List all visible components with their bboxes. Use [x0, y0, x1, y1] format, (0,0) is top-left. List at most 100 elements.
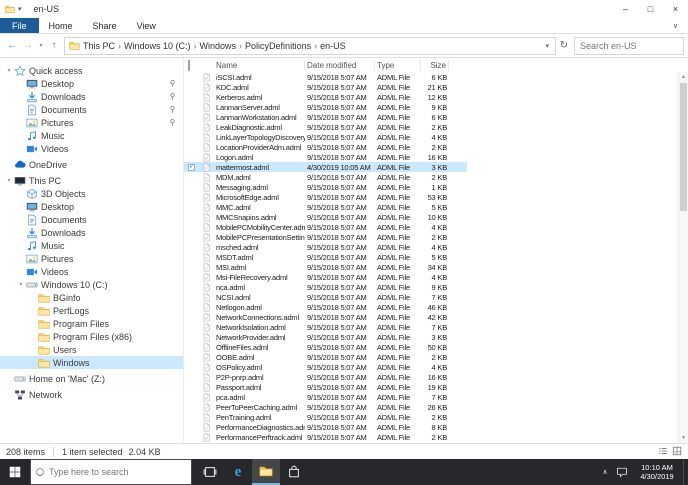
sidebar-item-3d-objects[interactable]: 3D Objects — [0, 187, 183, 200]
breadcrumb-item-windows-10-c[interactable]: Windows 10 (C:) — [121, 41, 194, 51]
file-row-passport-adml[interactable]: Passport.adml 9/15/2018 5:07 AM ADML File 1… — [184, 382, 467, 392]
file-row-netlogon-adml[interactable]: Netlogon.adml 9/15/2018 5:07 AM ADML File 4… — [184, 302, 467, 312]
refresh-button[interactable]: ↻ — [556, 40, 572, 51]
file-row-peertopeercaching-adml[interactable]: PeerToPeerCaching.adml 9/15/2018 5:07 AM A… — [184, 403, 467, 413]
tray-notification-button[interactable] — [613, 466, 631, 478]
breadcrumb-item-en-us[interactable]: en-US — [317, 41, 349, 51]
maximize-button[interactable]: □ — [638, 0, 663, 18]
file-row-msdt-adml[interactable]: MSDT.adml 9/15/2018 5:07 AM ADML File 5 KB — [184, 252, 467, 262]
breadcrumb-item-policydefinitions[interactable]: PolicyDefinitions — [242, 41, 314, 51]
file-row-msi-filerecovery-adml[interactable]: Msi-FileRecovery.adml 9/15/2018 5:07 AM AD… — [184, 272, 467, 282]
address-bar[interactable]: This PC › Windows 10 (C:) › Windows › PolicyDe… — [64, 36, 556, 55]
file-row-mmcsnapins-adml[interactable]: MMCSnapins.adml 9/15/2018 5:07 AM ADML Fil… — [184, 212, 467, 222]
sidebar-item-desktop[interactable]: Desktop — [0, 200, 183, 213]
breadcrumb-item-windows[interactable]: Windows — [197, 41, 240, 51]
sidebar-item-documents[interactable]: Documents — [0, 103, 183, 116]
qat-customize-dropdown-icon[interactable]: ▾ — [18, 5, 22, 13]
select-all-checkbox[interactable] — [188, 59, 202, 71]
menu-tab-share[interactable]: Share — [83, 18, 127, 33]
column-header-date-modified[interactable]: Date modified — [305, 59, 375, 71]
file-row-pca-adml[interactable]: pca.adml 9/15/2018 5:07 AM ADML File 7 KB — [184, 393, 467, 403]
file-row-linklayertopologydiscovery-adml[interactable]: LinkLayerTopologyDiscovery.adml9/15/2018… — [184, 132, 467, 142]
close-button[interactable]: × — [663, 0, 688, 18]
item-checkbox-checked[interactable]: ✓ — [188, 163, 202, 171]
sidebar-item-home-on-mac-z[interactable]: Home on 'Mac' (Z:) — [0, 372, 183, 385]
file-row-ncsi-adml[interactable]: NCSI.adml 9/15/2018 5:07 AM ADML File 7 KB — [184, 292, 467, 302]
taskbar-file-explorer-button[interactable] — [252, 459, 280, 485]
sidebar-item-program-files[interactable]: Program Files — [0, 317, 183, 330]
sidebar-item-users[interactable]: Users — [0, 343, 183, 356]
sidebar-item-program-files-x86[interactable]: Program Files (x86) — [0, 330, 183, 343]
menu-tab-home[interactable]: Home — [39, 18, 83, 33]
file-row-locationprovideradm-adml[interactable]: LocationProviderAdm.adml 9/15/2018 5:07 A… — [184, 142, 467, 152]
file-row-p2p-pnrp-adml[interactable]: P2P-pnrp.adml 9/15/2018 5:07 AM ADML File 1… — [184, 372, 467, 382]
back-button[interactable]: ← — [4, 40, 20, 51]
column-header-size[interactable]: Size — [421, 59, 449, 71]
expand-ribbon-button[interactable]: ∨ — [673, 18, 688, 33]
forward-button[interactable]: → — [20, 40, 36, 51]
sidebar-item-bginfo[interactable]: BGinfo — [0, 291, 183, 304]
details-view-button[interactable] — [658, 446, 668, 458]
sidebar-item-videos[interactable]: Videos — [0, 142, 183, 155]
file-row-lanmanserver-adml[interactable]: LanmanServer.adml 9/15/2018 5:07 AM ADML F… — [184, 102, 467, 112]
file-row-networkisolation-adml[interactable]: NetworkIsolation.adml 9/15/2018 5:07 AM AD… — [184, 322, 467, 332]
file-row-mattermost-adml[interactable]: ✓ mattermost.adml 4/30/2019 10:05 AM ADML F… — [184, 162, 467, 173]
file-row-networkconnections-adml[interactable]: NetworkConnections.adml 9/15/2018 5:07 AM… — [184, 312, 467, 322]
file-row-logon-adml[interactable]: Logon.adml 9/15/2018 5:07 AM ADML File 16 K… — [184, 152, 467, 162]
breadcrumb-item-this-pc[interactable]: This PC — [80, 41, 118, 51]
file-row-messaging-adml[interactable]: Messaging.adml 9/15/2018 5:07 AM ADML File… — [184, 182, 467, 192]
file-row-networkprovider-adml[interactable]: NetworkProvider.adml 9/15/2018 5:07 AM ADM… — [184, 332, 467, 342]
sidebar-item-windows-10-c[interactable]: ▾ Windows 10 (C:) — [0, 278, 183, 291]
file-row-ospolicy-adml[interactable]: OSPolicy.adml 9/15/2018 5:07 AM ADML File 4… — [184, 362, 467, 372]
menu-tab-view[interactable]: View — [127, 18, 166, 33]
sidebar-item-music[interactable]: Music — [0, 239, 183, 252]
sidebar-item-downloads[interactable]: Downloads — [0, 90, 183, 103]
sidebar-item-pictures[interactable]: Pictures — [0, 252, 183, 265]
search-input[interactable] — [575, 40, 683, 51]
vertical-scrollbar[interactable]: ▲ ▼ — [678, 72, 688, 443]
recent-locations-dropdown-icon[interactable]: ▾ — [36, 42, 46, 49]
sidebar-item-documents[interactable]: Documents — [0, 213, 183, 226]
file-row-msi-adml[interactable]: MSI.adml 9/15/2018 5:07 AM ADML File 34 KB — [184, 262, 467, 272]
chevron-down-icon[interactable]: ▾ — [4, 177, 14, 184]
scrollbar-thumb[interactable] — [680, 83, 687, 211]
file-row-mobilepcmobilitycenter-adml[interactable]: MobilePCMobilityCenter.adml 9/15/2018 5:0… — [184, 222, 467, 232]
sidebar-item-windows[interactable]: Windows — [0, 356, 183, 369]
address-dropdown-icon[interactable]: ▾ — [543, 42, 551, 50]
file-row-microsoftedge-adml[interactable]: MicrosoftEdge.adml 9/15/2018 5:07 AM ADML … — [184, 192, 467, 202]
sidebar-item-quick-access[interactable]: ▾ Quick access — [0, 64, 183, 77]
sidebar-item-downloads[interactable]: Downloads — [0, 226, 183, 239]
sidebar-item-desktop[interactable]: Desktop — [0, 77, 183, 90]
file-row-mobilepcpresentationsettings-adml[interactable]: MobilePCPresentationSettings.adml9/15/20… — [184, 232, 467, 242]
chevron-down-icon[interactable]: ▾ — [4, 67, 14, 74]
start-button[interactable] — [0, 459, 30, 485]
file-row-leakdiagnostic-adml[interactable]: LeakDiagnostic.adml 9/15/2018 5:07 AM ADML… — [184, 122, 467, 132]
file-row-nca-adml[interactable]: nca.adml 9/15/2018 5:07 AM ADML File 9 KB — [184, 282, 467, 292]
sidebar-item-pictures[interactable]: Pictures — [0, 116, 183, 129]
file-row-mmc-adml[interactable]: MMC.adml 9/15/2018 5:07 AM ADML File 5 KB — [184, 202, 467, 212]
chevron-down-icon[interactable]: ▾ — [16, 281, 26, 288]
sidebar-item-onedrive[interactable]: OneDrive — [0, 158, 183, 171]
file-row-msched-adml[interactable]: msched.adml 9/15/2018 5:07 AM ADML File 4 K… — [184, 242, 467, 252]
column-header-type[interactable]: Type — [375, 59, 421, 71]
file-row-mdm-adml[interactable]: MDM.adml 9/15/2018 5:07 AM ADML File 2 KB — [184, 172, 467, 182]
file-row-performanceperftrack-adml[interactable]: PerformancePerftrack.adml 9/15/2018 5:07 … — [184, 433, 467, 443]
taskbar-store-button[interactable] — [280, 459, 308, 485]
sidebar-item-network[interactable]: Network — [0, 388, 183, 401]
menu-tab-file[interactable]: File — [0, 18, 39, 33]
sidebar-item-perflogs[interactable]: PerfLogs — [0, 304, 183, 317]
show-desktop-button[interactable] — [683, 459, 688, 485]
file-row-performancediagnostics-adml[interactable]: PerformanceDiagnostics.adml 9/15/2018 5:0… — [184, 423, 467, 433]
show-hidden-icons-button[interactable]: ∧ — [597, 468, 613, 476]
sidebar-item-music[interactable]: Music — [0, 129, 183, 142]
minimize-button[interactable]: – — [613, 0, 638, 18]
file-row-offlinefiles-adml[interactable]: OfflineFiles.adml 9/15/2018 5:07 AM ADML F… — [184, 342, 467, 352]
scroll-down-icon[interactable]: ▼ — [679, 433, 688, 443]
file-row-iscsi-adml[interactable]: iSCSI.adml 9/15/2018 5:07 AM ADML File 6 KB — [184, 72, 467, 82]
up-button[interactable]: ↑ — [46, 40, 62, 51]
taskbar-search-input[interactable] — [49, 467, 191, 477]
file-row-pentraining-adml[interactable]: PenTraining.adml 9/15/2018 5:07 AM ADML Fi… — [184, 413, 467, 423]
sidebar-item-this-pc[interactable]: ▾ This PC — [0, 174, 183, 187]
taskbar-clock[interactable]: 10:10 AM 4/30/2019 — [631, 463, 683, 481]
taskbar-edge-button[interactable]: e — [224, 459, 252, 485]
